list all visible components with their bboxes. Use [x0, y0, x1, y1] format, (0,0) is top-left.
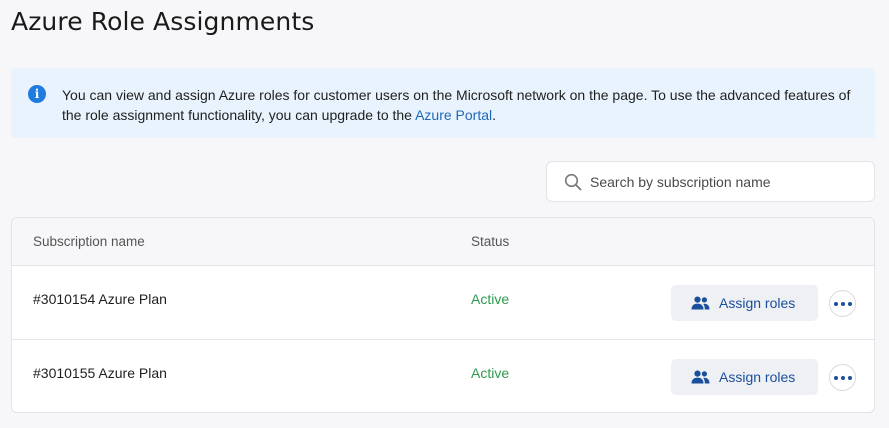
info-banner: You can view and assign Azure roles for … [11, 68, 875, 138]
subscriptions-table: Subscription name Status #3010154 Azure … [11, 217, 875, 413]
assign-roles-button[interactable]: Assign roles [671, 359, 818, 395]
info-banner-text-end: . [492, 107, 497, 123]
table-row: #3010154 Azure Plan Active Assign roles [12, 266, 874, 340]
azure-portal-link[interactable]: Azure Portal [415, 107, 492, 123]
assign-roles-label: Assign roles [719, 369, 796, 385]
more-options-button[interactable] [829, 364, 856, 391]
ellipsis-icon [833, 301, 838, 306]
search-icon [564, 173, 582, 191]
azure-role-assignments-page: Azure Role Assignments You can view and … [0, 0, 889, 428]
users-icon [691, 370, 710, 384]
ellipsis-icon [847, 301, 852, 306]
users-icon [691, 296, 710, 310]
assign-roles-button[interactable]: Assign roles [671, 285, 818, 321]
ellipsis-icon [840, 375, 845, 380]
page-title: Azure Role Assignments [11, 7, 315, 36]
table-header: Subscription name Status [12, 218, 874, 266]
more-options-button[interactable] [829, 290, 856, 317]
info-icon: i [28, 85, 46, 103]
assign-roles-label: Assign roles [719, 295, 796, 311]
ellipsis-icon [847, 375, 852, 380]
subscription-name: #3010155 Azure Plan [33, 365, 167, 381]
ellipsis-icon [833, 375, 838, 380]
search-input[interactable] [590, 162, 870, 201]
search-box [546, 161, 875, 202]
status-badge: Active [471, 291, 510, 307]
subscription-name: #3010154 Azure Plan [33, 291, 167, 307]
table-row: #3010155 Azure Plan Active Assign roles [12, 340, 874, 412]
column-header-subscription-name: Subscription name [33, 234, 145, 249]
column-header-status: Status [471, 234, 510, 249]
ellipsis-icon [840, 301, 845, 306]
status-badge: Active [471, 365, 510, 381]
